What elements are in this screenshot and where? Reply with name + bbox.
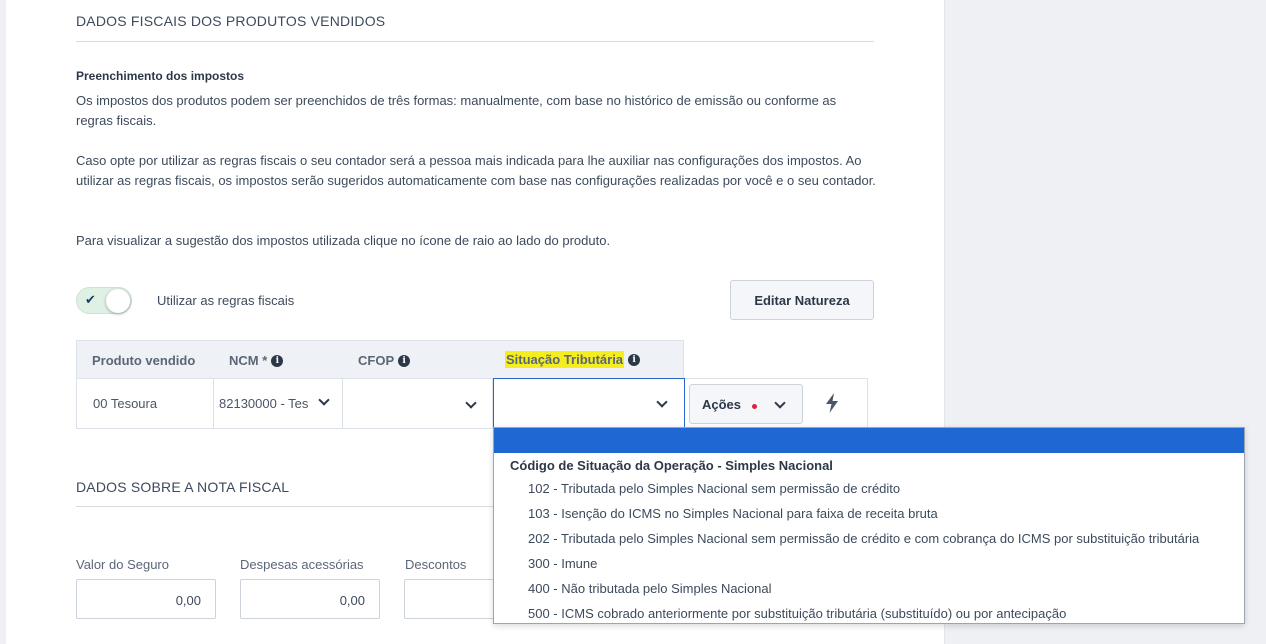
ncm-value: 82130000 - Tes	[219, 396, 309, 411]
section-title-dados-fiscais: DADOS FISCAIS DOS PRODUTOS VENDIDOS	[76, 13, 386, 29]
label-descontos: Descontos	[405, 557, 467, 572]
header-situacao: Situação Tributária i	[505, 351, 641, 368]
dropdown-option[interactable]: 500 - ICMS cobrado anteriormente por sub…	[528, 606, 1066, 621]
header-cfop-label: CFOP	[358, 353, 395, 368]
produto-value: 00 Tesoura	[93, 396, 158, 411]
dropdown-group-label: Código de Situação da Operação - Simples…	[510, 458, 833, 473]
toggle-label: Utilizar as regras fiscais	[157, 293, 295, 308]
header-cfop: CFOP i	[358, 353, 411, 368]
header-produto-label: Produto vendido	[92, 353, 196, 368]
paragraph-formas: Os impostos dos produtos podem ser preen…	[76, 93, 837, 128]
table-row: 00 Tesoura 82130000 - Tes Ações	[76, 378, 868, 429]
header-produto: Produto vendido	[92, 353, 195, 368]
label-valor-seguro: Valor do Seguro	[76, 557, 169, 572]
table-header: Produto vendido NCM * i CFOP i Situação …	[76, 340, 684, 378]
cfop-select[interactable]	[343, 379, 493, 428]
acoes-label: Ações	[702, 397, 742, 412]
header-situacao-label: Situação Tributária	[505, 351, 625, 368]
dropdown-option[interactable]: 202 - Tributada pelo Simples Nacional se…	[528, 531, 1199, 546]
paragraph-contador: Caso opte por utilizar as regras fiscais…	[76, 153, 876, 188]
paragraph-raio: Para visualizar a sugestão dos impostos …	[76, 233, 611, 248]
descontos-input[interactable]	[404, 579, 504, 619]
toggle-knob	[106, 289, 130, 313]
situacao-tributaria-select[interactable]	[493, 378, 685, 429]
cell-produto: 00 Tesoura	[77, 379, 214, 428]
chevron-down-icon	[318, 394, 330, 406]
header-ncm-label: NCM *	[229, 353, 268, 368]
lightning-bolt-icon[interactable]	[823, 392, 841, 414]
dropdown-option[interactable]: 103 - Isenção do ICMS no Simples Naciona…	[528, 506, 938, 521]
dropdown-option-selected-empty[interactable]	[494, 428, 1244, 453]
subhead-preenchimento: Preenchimento dos impostos	[76, 69, 245, 83]
dropdown-option[interactable]: 102 - Tributada pelo Simples Nacional se…	[528, 481, 900, 496]
valor-seguro-input[interactable]: 0,00	[76, 579, 216, 619]
dropdown-option[interactable]: 300 - Imune	[528, 556, 597, 571]
info-icon[interactable]: i	[271, 354, 284, 367]
dropdown-option[interactable]: 400 - Não tributada pelo Simples Naciona…	[528, 581, 772, 596]
header-ncm: NCM * i	[229, 353, 284, 368]
chevron-down-icon	[774, 397, 786, 409]
regras-fiscais-toggle[interactable]: ✔	[76, 287, 132, 314]
editar-natureza-button[interactable]: Editar Natureza	[730, 280, 874, 320]
chevron-down-icon	[656, 396, 668, 408]
label-despesas-acessorias: Despesas acessórias	[240, 557, 364, 572]
despesas-acessorias-input[interactable]: 0,00	[240, 579, 380, 619]
situacao-tributaria-dropdown: Código de Situação da Operação - Simples…	[493, 427, 1245, 624]
chevron-down-icon	[465, 397, 477, 409]
info-icon[interactable]: i	[628, 353, 641, 366]
info-icon[interactable]: i	[398, 354, 411, 367]
ncm-select[interactable]: 82130000 - Tes	[214, 379, 343, 428]
divider	[76, 41, 874, 42]
notification-dot	[752, 404, 757, 409]
section-title-dados-nota: DADOS SOBRE A NOTA FISCAL	[76, 479, 290, 495]
acoes-button[interactable]: Ações	[689, 384, 803, 424]
check-icon: ✔	[85, 292, 96, 307]
